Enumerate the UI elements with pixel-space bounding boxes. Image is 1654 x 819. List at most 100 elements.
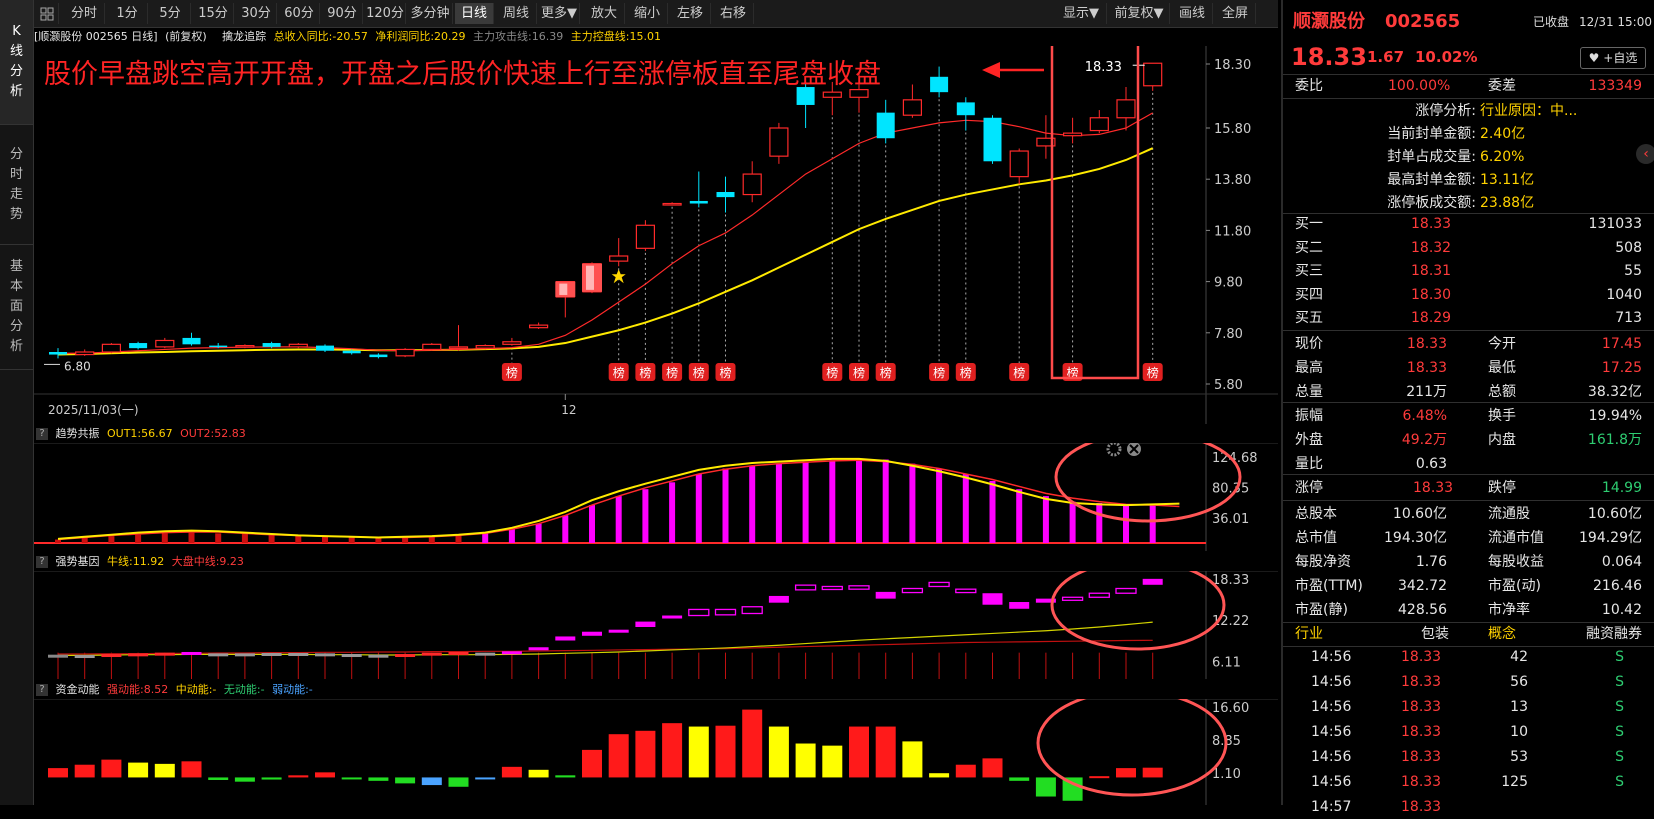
price-tick-label: 18.30 bbox=[1214, 58, 1251, 73]
ind3-bar bbox=[768, 726, 789, 778]
ind2-box bbox=[821, 585, 843, 591]
industry-value[interactable]: 包装 bbox=[1421, 622, 1449, 646]
period-button-11[interactable]: 更多▼ bbox=[539, 3, 580, 24]
ind2-box bbox=[448, 651, 469, 655]
view-button-1[interactable]: 前复权▼ bbox=[1109, 3, 1170, 24]
fundamental-label: 流通股 bbox=[1488, 506, 1530, 522]
tab-fundamentals[interactable]: 基本面分析 bbox=[0, 245, 33, 370]
period-button-9[interactable]: 日线 bbox=[455, 3, 494, 24]
period-button-4[interactable]: 30分 bbox=[236, 3, 277, 24]
ind1-bar bbox=[856, 458, 862, 543]
ind3-bar bbox=[662, 723, 683, 778]
panel-axis-label: 36.01 bbox=[1212, 512, 1249, 527]
concept-value[interactable]: 融资融券 bbox=[1586, 622, 1642, 646]
panel-axis-label: 18.33 bbox=[1212, 573, 1249, 588]
ind3-bar bbox=[849, 726, 869, 778]
collapse-arrow-icon[interactable]: ‹ bbox=[1636, 144, 1654, 164]
period-button-8[interactable]: 多分钟 bbox=[408, 3, 453, 24]
ind3-bar bbox=[635, 730, 656, 778]
action-button-3[interactable]: 右移 bbox=[713, 3, 754, 24]
trend-resonance-chart[interactable]: 124.6880.3536.01 bbox=[34, 443, 1278, 551]
tick-row: 14:56 18.33 42 S bbox=[1283, 645, 1654, 669]
tab-intraday[interactable]: 分时走势 bbox=[0, 125, 33, 245]
add-watchlist-button[interactable]: ♥ +自选 bbox=[1580, 47, 1646, 69]
action-button-2[interactable]: 左移 bbox=[670, 3, 711, 24]
period-button-6[interactable]: 90分 bbox=[322, 3, 363, 24]
fundamental-label: 总市值 bbox=[1295, 530, 1337, 546]
ind3-bar bbox=[341, 777, 362, 780]
ind3-bar bbox=[234, 777, 255, 782]
heart-icon: ♥ bbox=[1588, 51, 1600, 65]
profit-yoy: 净利润同比:20.29 bbox=[375, 30, 466, 43]
capital-momentum-chart[interactable]: 16.608.851.10 bbox=[34, 699, 1278, 805]
ind1-bar bbox=[615, 496, 622, 543]
stat-label: 量比 bbox=[1295, 456, 1323, 472]
action-button-0[interactable]: 放大 bbox=[584, 3, 625, 24]
ind1-bar bbox=[882, 459, 889, 543]
ind3-name[interactable]: 资金动能 bbox=[56, 683, 100, 696]
indicator-name[interactable]: 擒龙追踪 bbox=[222, 30, 266, 43]
view-button-0[interactable]: 显示▼ bbox=[1056, 3, 1107, 24]
candle bbox=[422, 343, 442, 351]
ind3-bar bbox=[501, 766, 522, 778]
tick-side: S bbox=[1615, 649, 1624, 665]
candle-body bbox=[342, 350, 361, 354]
candle-body bbox=[662, 202, 682, 206]
bang-badge-label: 榜 bbox=[880, 365, 892, 380]
ind2-box bbox=[662, 615, 683, 619]
candle-body bbox=[635, 224, 656, 249]
ind3-bar bbox=[875, 726, 896, 778]
ind2-box bbox=[101, 654, 122, 658]
help-icon[interactable]: ? bbox=[36, 556, 48, 568]
limit-down-value: 14.99 bbox=[1601, 480, 1642, 496]
candle-body bbox=[822, 91, 842, 98]
period-button-5[interactable]: 60分 bbox=[279, 3, 320, 24]
action-button-1[interactable]: 缩小 bbox=[627, 3, 668, 24]
weicha-value: 133349 bbox=[1588, 78, 1642, 94]
ind3-bar bbox=[48, 768, 68, 778]
price-tick-label: 13.80 bbox=[1214, 173, 1251, 188]
period-button-3[interactable]: 15分 bbox=[193, 3, 234, 24]
kline-chart[interactable]: 2025/11/03(一) 12 18.30 15.80 13.80 11.80 9.80 7… bbox=[34, 46, 1278, 424]
bid-level-label: 买一 bbox=[1295, 216, 1323, 232]
tab-intraday-label: 分时走势 bbox=[9, 146, 23, 222]
view-button-2[interactable]: 画线 bbox=[1172, 3, 1213, 24]
ind1-bar bbox=[642, 489, 649, 543]
period-button-2[interactable]: 5分 bbox=[150, 3, 191, 24]
tick-volume: 13 bbox=[1510, 699, 1528, 715]
period-button-1[interactable]: 1分 bbox=[107, 3, 148, 24]
period-button-7[interactable]: 120分 bbox=[365, 3, 406, 24]
ind2-box bbox=[1088, 592, 1110, 598]
candle-body bbox=[1062, 132, 1083, 137]
view-button-3[interactable]: 全屏 bbox=[1215, 3, 1256, 24]
limit-up-value: 18.33 bbox=[1413, 480, 1454, 496]
fundamental-row: 每股净资 1.76 每股收益 0.064 bbox=[1283, 550, 1654, 574]
candle-body bbox=[930, 76, 949, 93]
help-icon[interactable]: ? bbox=[36, 428, 48, 440]
candle bbox=[101, 343, 122, 354]
ind1-name[interactable]: 趋势共振 bbox=[56, 427, 100, 440]
ind3-strong: 强动能:8.52 bbox=[107, 683, 169, 696]
ind2-box bbox=[1115, 587, 1137, 594]
help-icon[interactable]: ? bbox=[36, 684, 48, 696]
bang-badge-label: 榜 bbox=[613, 365, 625, 380]
ind3-bar bbox=[582, 749, 602, 778]
main-info-bar: [顺灏股份 002565 日线] (前复权) 擒龙追踪 总收入同比:-20.57… bbox=[34, 28, 665, 46]
ind2-box bbox=[901, 587, 924, 594]
ind2-name[interactable]: 强势基因 bbox=[56, 555, 100, 568]
strong-gene-chart[interactable]: 18.3312.226.11 bbox=[34, 571, 1278, 679]
period-button-10[interactable]: 周线 bbox=[496, 3, 537, 24]
stat-value: 49.2万 bbox=[1401, 432, 1447, 448]
grid-icon[interactable] bbox=[36, 3, 59, 24]
bid-volume: 1040 bbox=[1606, 286, 1642, 303]
ind2-box bbox=[74, 655, 95, 659]
limit-info-value[interactable]: 行业原因：中... bbox=[1480, 99, 1577, 123]
period-button-0[interactable]: 分时 bbox=[64, 3, 105, 24]
stat-row: 外盘 49.2万 内盘 161.8万 bbox=[1283, 428, 1654, 452]
panel-axis-label: 1.10 bbox=[1212, 767, 1241, 782]
tab-kline[interactable]: K线分析 bbox=[0, 0, 33, 125]
tick-time: 14:56 bbox=[1311, 649, 1352, 665]
fundamental-row: 总市值 194.30亿 流通市值 194.29亿 bbox=[1283, 526, 1654, 550]
stat-row: 量比 0.63 bbox=[1283, 452, 1654, 476]
ind3-bar bbox=[955, 764, 976, 778]
